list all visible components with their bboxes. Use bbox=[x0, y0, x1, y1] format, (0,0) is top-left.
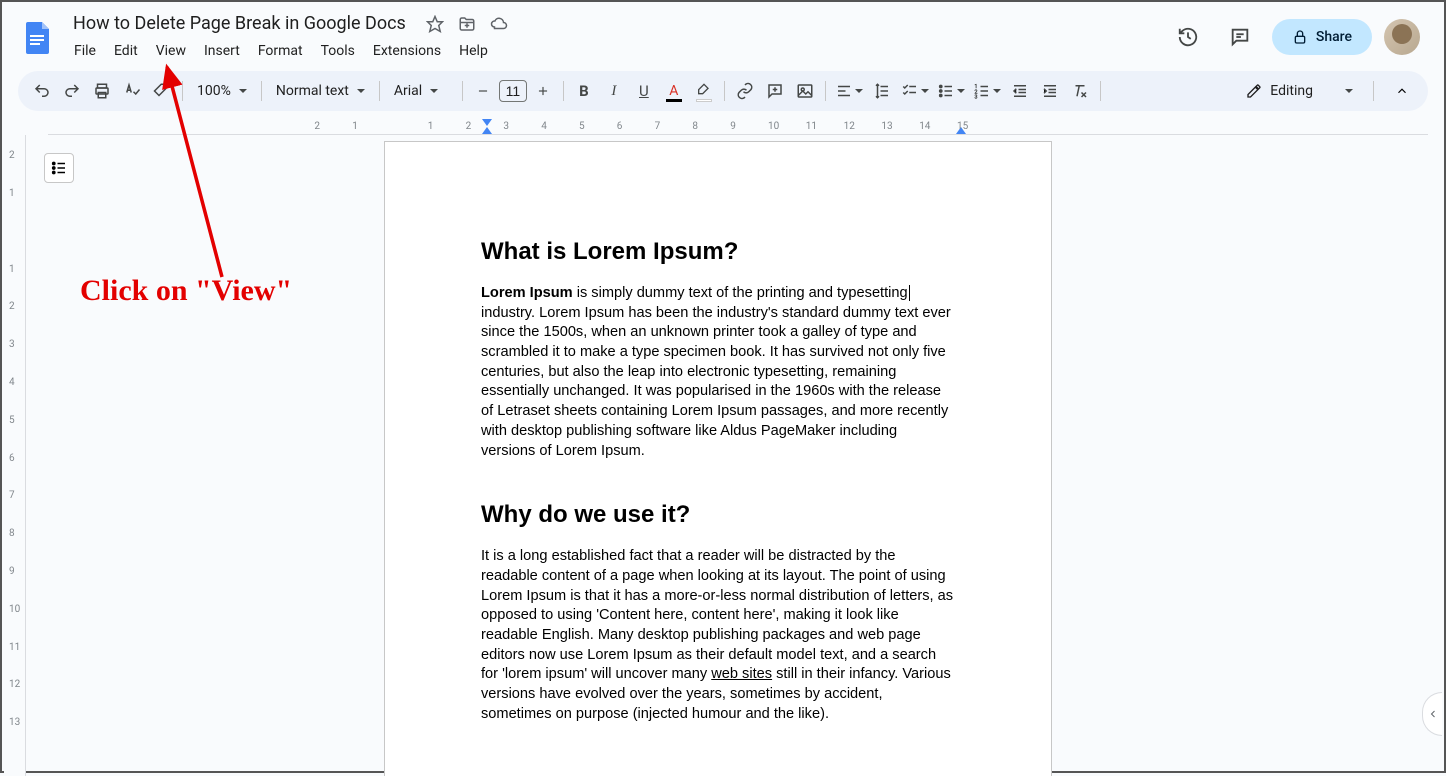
document-page[interactable]: What is Lorem Ipsum? Lorem Ipsum is simp… bbox=[384, 141, 1052, 776]
clear-formatting-icon[interactable] bbox=[1066, 77, 1094, 105]
font-size-increase-icon[interactable] bbox=[529, 77, 557, 105]
ruler-v-tick: 1 bbox=[9, 264, 15, 275]
ruler-v-tick: 8 bbox=[9, 528, 15, 539]
menu-file[interactable]: File bbox=[66, 39, 104, 63]
highlight-color-icon[interactable] bbox=[690, 77, 718, 105]
font-dropdown[interactable]: Arial bbox=[386, 77, 456, 105]
star-icon[interactable] bbox=[425, 14, 445, 34]
ruler-h-tick: 10 bbox=[768, 121, 779, 132]
checklist-icon[interactable] bbox=[898, 77, 932, 105]
bold-icon[interactable]: B bbox=[570, 77, 598, 105]
ruler-v-tick: 12 bbox=[9, 679, 20, 690]
zoom-dropdown[interactable]: 100% bbox=[189, 77, 255, 105]
move-icon[interactable] bbox=[457, 14, 477, 34]
horizontal-ruler[interactable]: 21123456789101112131415 bbox=[48, 119, 1428, 135]
ruler-v-tick: 6 bbox=[9, 453, 15, 464]
ruler-h-tick: 6 bbox=[617, 121, 623, 132]
text-color-icon[interactable]: A bbox=[660, 77, 688, 105]
line-spacing-icon[interactable] bbox=[868, 77, 896, 105]
font-size-input[interactable] bbox=[499, 80, 527, 102]
menubar: File Edit View Insert Format Tools Exten… bbox=[66, 39, 1168, 63]
history-icon[interactable] bbox=[1168, 17, 1208, 57]
heading-2: Why do we use it? bbox=[481, 501, 955, 529]
ruler-h-tick: 1 bbox=[428, 121, 434, 132]
paragraph-2: It is a long established fact that a rea… bbox=[481, 547, 955, 724]
ruler-v-tick: 7 bbox=[9, 490, 15, 501]
ruler-h-tick: 1 bbox=[352, 121, 358, 132]
align-icon[interactable] bbox=[832, 77, 866, 105]
editing-mode-dropdown[interactable]: Editing bbox=[1232, 77, 1367, 105]
collapse-toolbar-icon[interactable] bbox=[1386, 75, 1418, 107]
ruler-v-tick: 2 bbox=[9, 301, 15, 312]
italic-icon[interactable]: I bbox=[600, 77, 628, 105]
ruler-h-tick: 12 bbox=[844, 121, 855, 132]
ruler-v-tick: 4 bbox=[9, 377, 15, 388]
ruler-h-tick: 14 bbox=[919, 121, 930, 132]
menu-edit[interactable]: Edit bbox=[106, 39, 146, 63]
menu-format[interactable]: Format bbox=[250, 39, 311, 63]
ruler-v-tick: 9 bbox=[9, 566, 15, 577]
ruler-v-tick: 5 bbox=[9, 415, 15, 426]
decrease-indent-icon[interactable] bbox=[1006, 77, 1034, 105]
heading-1: What is Lorem Ipsum? bbox=[481, 238, 955, 266]
spellcheck-icon[interactable] bbox=[118, 77, 146, 105]
ruler-h-tick: 2 bbox=[314, 121, 320, 132]
ruler-v-tick: 3 bbox=[9, 339, 15, 350]
cloud-status-icon[interactable] bbox=[489, 14, 509, 34]
menu-extensions[interactable]: Extensions bbox=[365, 39, 449, 63]
editing-mode-label: Editing bbox=[1270, 83, 1313, 99]
paragraph-1: Lorem Ipsum is simply dummy text of the … bbox=[481, 284, 955, 461]
share-label: Share bbox=[1316, 29, 1352, 45]
paragraph-style-dropdown[interactable]: Normal text bbox=[268, 77, 373, 105]
underline-icon[interactable]: U bbox=[630, 77, 658, 105]
insert-image-icon[interactable] bbox=[791, 77, 819, 105]
docs-logo[interactable] bbox=[18, 17, 58, 57]
ruler-h-tick: 8 bbox=[692, 121, 698, 132]
vertical-ruler[interactable]: 2112345678910111213 bbox=[4, 135, 26, 776]
ruler-h-tick: 7 bbox=[655, 121, 661, 132]
ruler-v-tick: 10 bbox=[9, 604, 20, 615]
ruler-v-tick: 11 bbox=[9, 642, 20, 653]
insert-link-icon[interactable] bbox=[731, 77, 759, 105]
ruler-h-tick: 5 bbox=[579, 121, 585, 132]
ruler-v-tick: 2 bbox=[9, 150, 15, 161]
svg-text:3: 3 bbox=[974, 95, 977, 101]
menu-help[interactable]: Help bbox=[451, 39, 496, 63]
menu-insert[interactable]: Insert bbox=[196, 39, 248, 63]
document-title[interactable]: How to Delete Page Break in Google Docs bbox=[66, 10, 413, 37]
ruler-h-tick: 11 bbox=[806, 121, 817, 132]
paint-format-icon[interactable] bbox=[148, 77, 176, 105]
bulleted-list-icon[interactable] bbox=[934, 77, 968, 105]
text-cursor bbox=[909, 285, 910, 301]
ruler-v-tick: 13 bbox=[9, 717, 20, 728]
ruler-h-tick: 3 bbox=[503, 121, 509, 132]
redo-icon[interactable] bbox=[58, 77, 86, 105]
ruler-v-tick: 1 bbox=[9, 188, 15, 199]
add-comment-icon[interactable] bbox=[761, 77, 789, 105]
ruler-h-tick: 13 bbox=[881, 121, 892, 132]
ruler-h-tick: 2 bbox=[466, 121, 472, 132]
menu-view[interactable]: View bbox=[148, 39, 194, 63]
ruler-h-tick: 4 bbox=[541, 121, 547, 132]
print-icon[interactable] bbox=[88, 77, 116, 105]
increase-indent-icon[interactable] bbox=[1036, 77, 1064, 105]
share-button[interactable]: Share bbox=[1272, 19, 1372, 55]
comments-icon[interactable] bbox=[1220, 17, 1260, 57]
menu-tools[interactable]: Tools bbox=[313, 39, 363, 63]
ruler-h-tick: 9 bbox=[730, 121, 736, 132]
avatar[interactable] bbox=[1384, 19, 1420, 55]
ruler-h-tick: 15 bbox=[957, 121, 968, 132]
numbered-list-icon[interactable]: 123 bbox=[970, 77, 1004, 105]
undo-icon[interactable] bbox=[28, 77, 56, 105]
toolbar: 100% Normal text Arial B I U A 123 Editi… bbox=[18, 71, 1428, 111]
font-size-decrease-icon[interactable] bbox=[469, 77, 497, 105]
